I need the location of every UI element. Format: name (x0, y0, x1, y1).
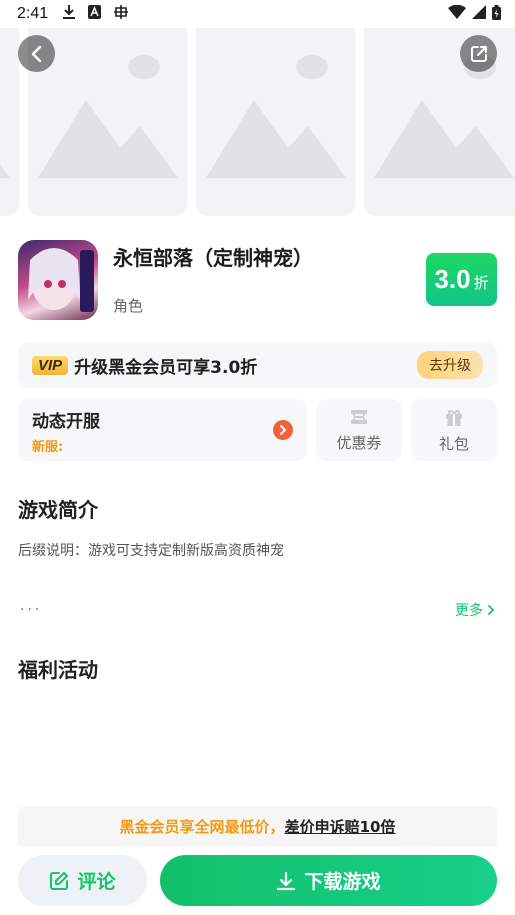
image-placeholder-icon (206, 55, 346, 178)
gift-icon (446, 409, 462, 426)
promo-banner[interactable]: 黑金会员享全网最低价， 差价申诉赔10倍 (18, 806, 497, 846)
gifts-label: 礼包 (438, 434, 469, 453)
server-title: 动态开服 (32, 412, 100, 432)
intro-ellipsis: ... (20, 598, 43, 614)
server-subtitle: 新服: (32, 440, 64, 455)
chevron-left-icon (31, 45, 41, 62)
status-bar: 2:41 (0, 0, 515, 28)
edit-icon (50, 871, 69, 890)
back-button[interactable] (18, 35, 55, 72)
coupons-label: 优惠券 (336, 433, 382, 452)
discount-value: 3.0 (434, 264, 471, 294)
status-time: 2:41 (17, 5, 49, 22)
gifts-button[interactable]: 礼包 (411, 399, 497, 461)
promo-claim-link[interactable]: 差价申诉赔10倍 (285, 816, 396, 837)
vip-upgrade-bar[interactable]: VIP 升级黑金会员可享3.0折 去升级 (18, 342, 497, 388)
intro-title: 游戏简介 (18, 498, 98, 522)
share-icon (470, 45, 487, 62)
debug-icon (113, 4, 129, 24)
welfare-title: 福利活动 (18, 658, 98, 682)
discount-unit: 折 (473, 274, 489, 292)
more-link[interactable]: 更多 (455, 600, 496, 620)
app-category-tag: 角色 (113, 297, 144, 315)
battery-icon (492, 4, 501, 24)
download-icon (277, 871, 296, 890)
signal-icon (472, 5, 486, 23)
app-notification-icon (88, 5, 102, 23)
server-opening-card[interactable]: 动态开服 新服: (18, 399, 307, 461)
download-game-button[interactable]: 下载游戏 (160, 855, 497, 906)
comment-label: 评论 (77, 871, 116, 893)
chevron-right-icon (273, 420, 293, 440)
screenshot-placeholder[interactable] (0, 28, 19, 216)
coupon-icon (351, 409, 367, 424)
more-label: 更多 (455, 603, 483, 619)
app-title: 永恒部落（定制神宠） (113, 246, 313, 270)
download-label: 下载游戏 (304, 871, 381, 893)
upgrade-button[interactable]: 去升级 (417, 351, 483, 379)
intro-text: 后缀说明：游戏可支持定制新版高资质神宠 (18, 543, 284, 559)
promo-text: 黑金会员享全网最低价， (119, 817, 285, 836)
share-button[interactable] (460, 35, 497, 72)
screenshot-gallery[interactable] (0, 28, 515, 216)
discount-badge: 3.0 折 (426, 253, 497, 306)
download-icon (62, 4, 76, 24)
bottom-action-bar: 评论 下载游戏 (0, 846, 515, 915)
vip-text: 升级黑金会员可享3.0折 (74, 357, 258, 378)
comment-button[interactable]: 评论 (18, 855, 147, 906)
image-placeholder-icon (0, 164, 10, 178)
vip-badge: VIP (32, 355, 69, 375)
screenshot-placeholder[interactable] (196, 28, 355, 216)
coupons-button[interactable]: 优惠券 (316, 399, 402, 461)
chevron-right-icon (488, 605, 495, 615)
app-icon (18, 240, 98, 320)
wifi-icon (448, 4, 466, 23)
